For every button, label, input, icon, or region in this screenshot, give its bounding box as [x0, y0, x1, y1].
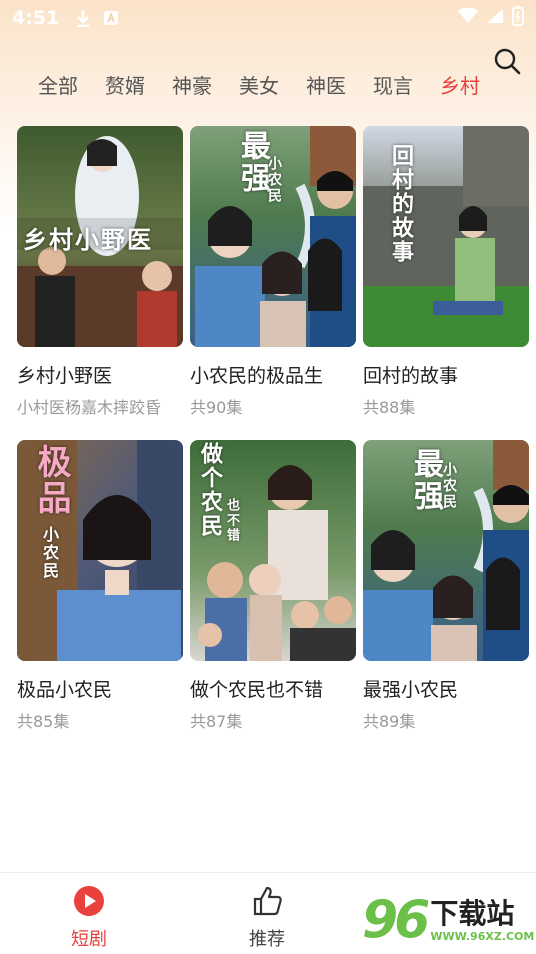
drama-title: 乡村小野医 — [17, 365, 113, 387]
drama-title: 极品小农民 — [17, 679, 113, 701]
poster-subtitle-text: 也不错 — [224, 498, 239, 543]
drama-card[interactable]: 乡村小野医 乡村小野医 小村医杨嘉木摔跤昏 — [17, 126, 183, 440]
wifi-icon — [458, 7, 478, 29]
drama-subtitle: 共90集 — [190, 398, 243, 417]
watermark-url: WWW.96XZ.COM — [430, 929, 535, 943]
drama-card[interactable]: 最强 小农民 小农民的极品生 共90集 — [190, 126, 356, 440]
thumbs-up-icon — [251, 885, 283, 921]
watermark-name: 下载站 — [430, 896, 515, 930]
tab-son-in-law[interactable]: 赘婿 — [105, 70, 145, 99]
search-icon — [493, 47, 521, 79]
drama-card[interactable]: 回村的故事 回村的故事 共88集 — [363, 126, 529, 440]
nav-label: 推荐 — [249, 929, 285, 950]
play-circle-icon — [73, 885, 105, 921]
drama-subtitle: 小村医杨嘉木摔跤昏 — [17, 398, 162, 417]
poster-subtitle-text: 小农民 — [266, 156, 282, 204]
drama-title: 做个农民也不错 — [190, 679, 324, 701]
status-time: 4:51 — [12, 7, 60, 29]
poster-title-text: 回村的故事 — [388, 144, 414, 264]
tab-modern-romance[interactable]: 现言 — [373, 70, 413, 99]
drama-title: 回村的故事 — [363, 365, 459, 387]
drama-subtitle: 共89集 — [363, 712, 416, 731]
battery-icon — [512, 5, 524, 31]
poster-subtitle-text: 小农民 — [441, 462, 457, 510]
drama-poster[interactable]: 极品 小农民 — [17, 440, 183, 661]
drama-poster[interactable]: 最强 小农民 — [190, 126, 356, 347]
category-tabs: 全部 赘婿 神豪 美女 神医 现言 乡村 — [0, 60, 484, 108]
download-icon — [75, 9, 91, 27]
drama-title: 小农民的极品生 — [190, 365, 324, 387]
drama-subtitle: 共85集 — [17, 712, 70, 731]
drama-card[interactable]: 做个农民 也不错 做个农民也不错 共87集 — [190, 440, 356, 754]
nav-label: 短剧 — [71, 929, 107, 950]
drama-subtitle: 共87集 — [190, 712, 243, 731]
nav-item-short-drama[interactable]: 短剧 — [0, 873, 178, 954]
app-notification-icon — [103, 10, 119, 26]
tab-doctor[interactable]: 神医 — [306, 70, 346, 99]
drama-poster[interactable]: 乡村小野医 — [17, 126, 183, 347]
status-bar: 4:51 — [0, 0, 536, 36]
drama-grid: 乡村小野医 乡村小野医 小村医杨嘉木摔跤昏 最强 小农民 小农民的极品生 共90… — [17, 126, 529, 754]
poster-title-text: 乡村小野医 — [23, 225, 153, 254]
drama-poster[interactable]: 做个农民 也不错 — [190, 440, 356, 661]
tab-beauty[interactable]: 美女 — [239, 70, 279, 99]
watermark-logo: 96 下载站 WWW.96XZ.COM — [362, 888, 535, 952]
watermark-number: 96 — [362, 890, 430, 950]
drama-subtitle: 共88集 — [363, 398, 416, 417]
drama-card[interactable]: 最强 小农民 最强小农民 共89集 — [363, 440, 529, 754]
drama-card[interactable]: 极品 小农民 极品小农民 共85集 — [17, 440, 183, 754]
signal-icon — [486, 7, 504, 29]
drama-poster[interactable]: 最强 小农民 — [363, 440, 529, 661]
tab-tycoon[interactable]: 神豪 — [172, 70, 212, 99]
drama-title: 最强小农民 — [363, 679, 459, 701]
drama-poster[interactable]: 回村的故事 — [363, 126, 529, 347]
tab-village[interactable]: 乡村 — [440, 70, 480, 99]
nav-item-recommend[interactable]: 推荐 — [178, 873, 356, 954]
poster-title-text: 极品 — [31, 444, 71, 516]
tab-all[interactable]: 全部 — [38, 70, 78, 99]
poster-subtitle-text: 小农民 — [40, 526, 59, 580]
search-button[interactable] — [492, 48, 522, 78]
